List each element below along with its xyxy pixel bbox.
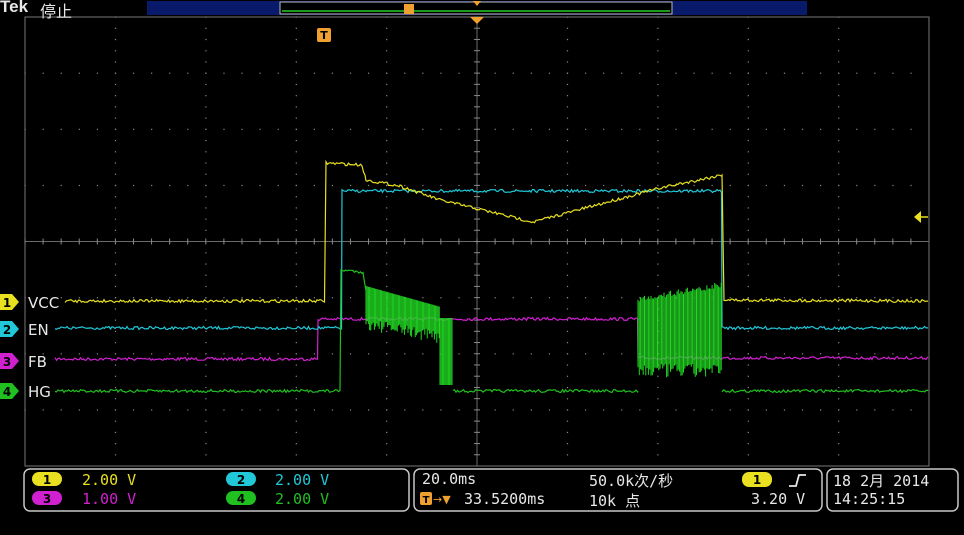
time-per-div: 20.0ms <box>422 470 477 488</box>
ch1-scale: 2.00 V <box>82 471 137 489</box>
svg-text:T: T <box>423 495 430 506</box>
oscilloscope-screen: T 1 VCC 2 EN 3 FB 4 HG 1 2 3 4 T →▼ 1 <box>0 1 959 512</box>
acquisition-state: 停止 <box>40 2 73 21</box>
ch2-scale: 2.00 V <box>275 471 330 489</box>
ch4-scale: 2.00 V <box>275 490 330 508</box>
channel-4-number: 4 <box>3 385 11 399</box>
brand-logo: Tek <box>0 0 29 16</box>
svg-text:3: 3 <box>43 492 51 506</box>
channel-4-label: HG <box>28 383 51 401</box>
graticule <box>24 16 930 467</box>
trigger-delay-arrow-icon: →▼ <box>433 493 451 506</box>
channel-3-label: FB <box>28 353 47 371</box>
time: 14:25:15 <box>833 490 906 508</box>
date: 18 2月 2014 <box>833 472 930 490</box>
trigger-delay: 33.5200ms <box>464 490 546 508</box>
trigger-level: 3.20 V <box>751 490 806 508</box>
channel-2-label: EN <box>28 321 49 339</box>
channel-2-number: 2 <box>3 323 11 337</box>
svg-text:1: 1 <box>43 473 51 487</box>
svg-text:1: 1 <box>753 473 761 487</box>
record-trigger-marker-icon <box>404 4 414 14</box>
svg-text:2: 2 <box>237 473 245 487</box>
sample-rate: 50.0k次/秒 <box>589 472 674 490</box>
trigger-t-label: T <box>320 29 328 42</box>
ch3-scale: 1.00 V <box>82 490 137 508</box>
channel-1-number: 1 <box>3 296 11 310</box>
svg-text:4: 4 <box>237 492 245 506</box>
record-length: 10k 点 <box>589 492 641 510</box>
channel-3-number: 3 <box>3 355 11 369</box>
channel-1-label: VCC <box>28 294 59 312</box>
